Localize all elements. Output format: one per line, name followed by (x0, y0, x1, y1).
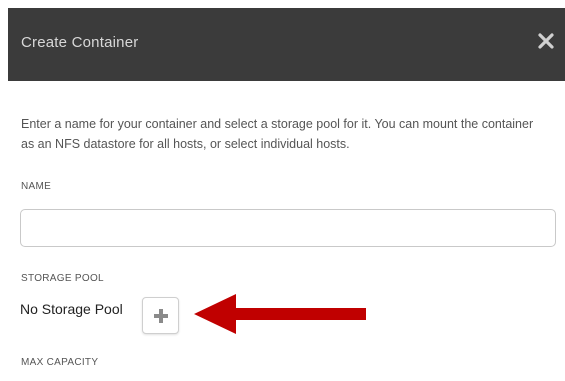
close-button[interactable] (533, 28, 559, 54)
dialog-title: Create Container (21, 34, 139, 51)
dialog-body: Enter a name for your container and sele… (8, 81, 565, 381)
name-label: NAME (21, 181, 52, 192)
dialog-header: Create Container (8, 8, 565, 81)
name-input[interactable] (20, 209, 556, 247)
add-storage-pool-button[interactable] (142, 297, 179, 334)
left-arrow-icon (194, 294, 366, 334)
storage-pool-label: STORAGE POOL (21, 273, 104, 284)
storage-pool-value: No Storage Pool (20, 301, 123, 317)
top-margin (0, 0, 565, 8)
max-capacity-label: MAX CAPACITY (21, 357, 99, 368)
close-icon (538, 33, 554, 49)
plus-icon (154, 309, 168, 323)
dialog-description: Enter a name for your container and sele… (21, 117, 534, 151)
